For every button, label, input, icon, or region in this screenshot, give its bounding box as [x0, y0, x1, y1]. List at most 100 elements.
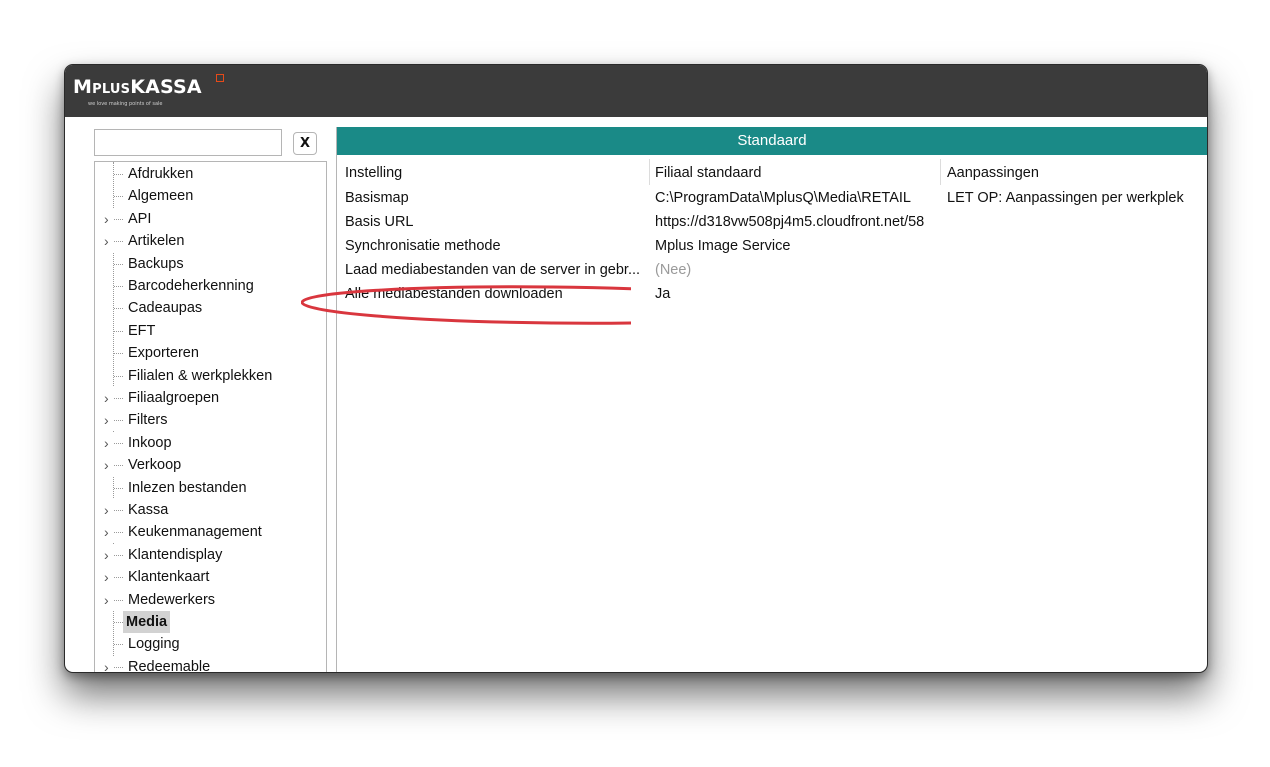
column-header[interactable]: Instelling [345, 161, 645, 185]
tree-item[interactable]: Algemeen [95, 185, 326, 207]
tree-item[interactable]: › Artikelen [95, 230, 326, 253]
settings-cell[interactable]: Laad mediabestanden van de server in geb… [345, 258, 645, 282]
logo-square-icon [216, 74, 224, 82]
tree-branch-line [114, 510, 123, 511]
tree-search-input[interactable] [94, 129, 282, 156]
settings-cell[interactable]: Ja [655, 282, 939, 306]
chevron-right-icon[interactable]: › [104, 387, 114, 409]
chevron-right-icon[interactable]: › [104, 454, 114, 477]
settings-row[interactable]: Basis URL https://d318vw508pj4m5.cloudfro… [337, 210, 1207, 234]
tree-item[interactable]: › Filiaalgroepen [95, 387, 326, 409]
tree-branch-line [114, 174, 123, 175]
tree-item-label: Redeemable [128, 658, 211, 673]
title-bar: MPLUSKASSA we love making points of sale [65, 65, 1207, 117]
chevron-right-icon[interactable]: › [104, 230, 114, 253]
column-separator[interactable] [940, 159, 941, 185]
tree-item[interactable]: Inlezen bestanden [95, 477, 326, 499]
tree-item[interactable]: Cadeaupas [95, 297, 326, 319]
logo-wordmark: MPLUSKASSA [73, 77, 202, 100]
tree-item[interactable]: › Kassa [95, 499, 326, 521]
tree-branch-line [114, 218, 123, 220]
chevron-right-icon[interactable]: › [104, 431, 114, 454]
settings-cell[interactable]: (Nee) [655, 258, 939, 282]
tree-item[interactable]: EFT [95, 320, 326, 342]
tree-item-label: Inkoop [128, 434, 172, 451]
tree-item-label: Afdrukken [128, 166, 194, 182]
settings-cell[interactable]: Synchronisatie methode [345, 234, 645, 258]
settings-cell[interactable]: LET OP: Aanpassingen per werkplek [947, 186, 1207, 210]
tree-branch-line [114, 398, 123, 399]
logo-kassa: KASSA [130, 76, 202, 98]
app-window: MPLUSKASSA we love making points of sale… [64, 64, 1208, 673]
chevron-right-icon[interactable]: › [104, 207, 114, 230]
settings-cell[interactable]: Basis URL [345, 210, 645, 234]
chevron-right-icon[interactable]: › [104, 499, 114, 521]
panel-header: Standaard [337, 127, 1207, 155]
mpluskassa-logo: MPLUSKASSA we love making points of sale [73, 74, 224, 107]
column-separator[interactable] [649, 159, 650, 185]
settings-row[interactable]: Laad mediabestanden van de server in geb… [337, 258, 1207, 282]
tree-item[interactable]: Logging [95, 633, 326, 655]
tree-item[interactable]: › Verkoop [95, 454, 326, 477]
column-header[interactable]: Aanpassingen [947, 161, 1207, 185]
tree-item[interactable]: › Medewerkers [95, 588, 326, 611]
tree-item-label: Klantendisplay [128, 546, 223, 563]
settings-row[interactable]: Synchronisatie methode Mplus Image Servic… [337, 234, 1207, 258]
tree-branch-line [114, 666, 123, 668]
tree-item-label: Filialen & werkplekken [128, 367, 273, 384]
settings-cell[interactable]: https://d318vw508pj4m5.cloudfront.net/58 [655, 210, 939, 234]
tree-item[interactable]: › Klantendisplay [95, 543, 326, 566]
tree-branch-line [114, 241, 123, 243]
tree-item[interactable]: › Klantenkaart [95, 566, 326, 589]
tree-item[interactable]: Backups [95, 253, 326, 275]
tree-item[interactable]: › Redeemable [95, 655, 326, 673]
tree-item-label: Media [123, 611, 171, 633]
logo-tagline: we love making points of sale [88, 101, 163, 107]
settings-cell[interactable]: Basismap [345, 186, 645, 210]
tree-branch-line [114, 196, 123, 198]
tree-item-label: Klantenkaart [128, 569, 210, 586]
tree-item[interactable]: › Inkoop [95, 431, 326, 454]
settings-row[interactable]: Basismap C:\ProgramData\MplusQ\Media\RETA… [337, 186, 1207, 210]
column-header[interactable]: Filiaal standaard [655, 161, 939, 185]
tree-item[interactable]: › API [95, 207, 326, 230]
clear-search-button[interactable]: X [293, 132, 317, 155]
chevron-right-icon[interactable]: › [104, 521, 114, 544]
tree-branch-line [114, 622, 123, 623]
settings-row[interactable]: Alle mediabestanden downloaden Ja [337, 282, 1207, 306]
tree-item[interactable]: Barcodeherkenning [95, 275, 326, 297]
tree-branch-line [114, 375, 123, 377]
tree-branch-line [114, 599, 123, 601]
tree-branch-line [114, 286, 123, 287]
settings-cell[interactable]: Mplus Image Service [655, 234, 939, 258]
chevron-right-icon[interactable]: › [104, 409, 114, 432]
tree-item-label: API [128, 210, 152, 227]
tree-item[interactable]: Afdrukken [95, 163, 326, 185]
logo-plus: PLUS [92, 82, 131, 97]
tree-item-label: Filiaalgroepen [128, 390, 220, 406]
tree-item[interactable]: Media [95, 611, 326, 633]
tree-item[interactable]: › Filters [95, 409, 326, 432]
chevron-right-icon[interactable]: › [104, 588, 114, 611]
logo-m: M [73, 76, 93, 98]
tree-branch-line [114, 353, 123, 355]
tree-item-label: Algemeen [128, 188, 194, 205]
tree-item-label: Cadeaupas [128, 300, 203, 317]
tree-item-label: Medewerkers [128, 591, 216, 608]
tree-item-label: Inlezen bestanden [128, 479, 247, 496]
tree-item-label: Kassa [128, 502, 169, 518]
tree-item[interactable]: › Keukenmanagement [95, 521, 326, 544]
tree-item[interactable]: Exporteren [95, 342, 326, 364]
settings-cell[interactable]: C:\ProgramData\MplusQ\Media\RETAIL [655, 186, 939, 210]
chevron-right-icon[interactable]: › [104, 543, 114, 566]
settings-cell[interactable]: Alle mediabestanden downloaden [345, 282, 645, 306]
settings-tree[interactable]: Afdrukken Algemeen › API › Artikelen Backups Ba… [94, 161, 327, 673]
chevron-right-icon[interactable]: › [104, 566, 114, 589]
tree-branch-line [114, 577, 123, 579]
tree-branch-line [114, 554, 123, 556]
tree-branch-line [114, 532, 123, 534]
tree-branch-line [114, 465, 123, 467]
tree-item[interactable]: Filialen & werkplekken [95, 365, 326, 387]
tree-item-label: Artikelen [128, 233, 185, 250]
chevron-right-icon[interactable]: › [104, 655, 114, 672]
